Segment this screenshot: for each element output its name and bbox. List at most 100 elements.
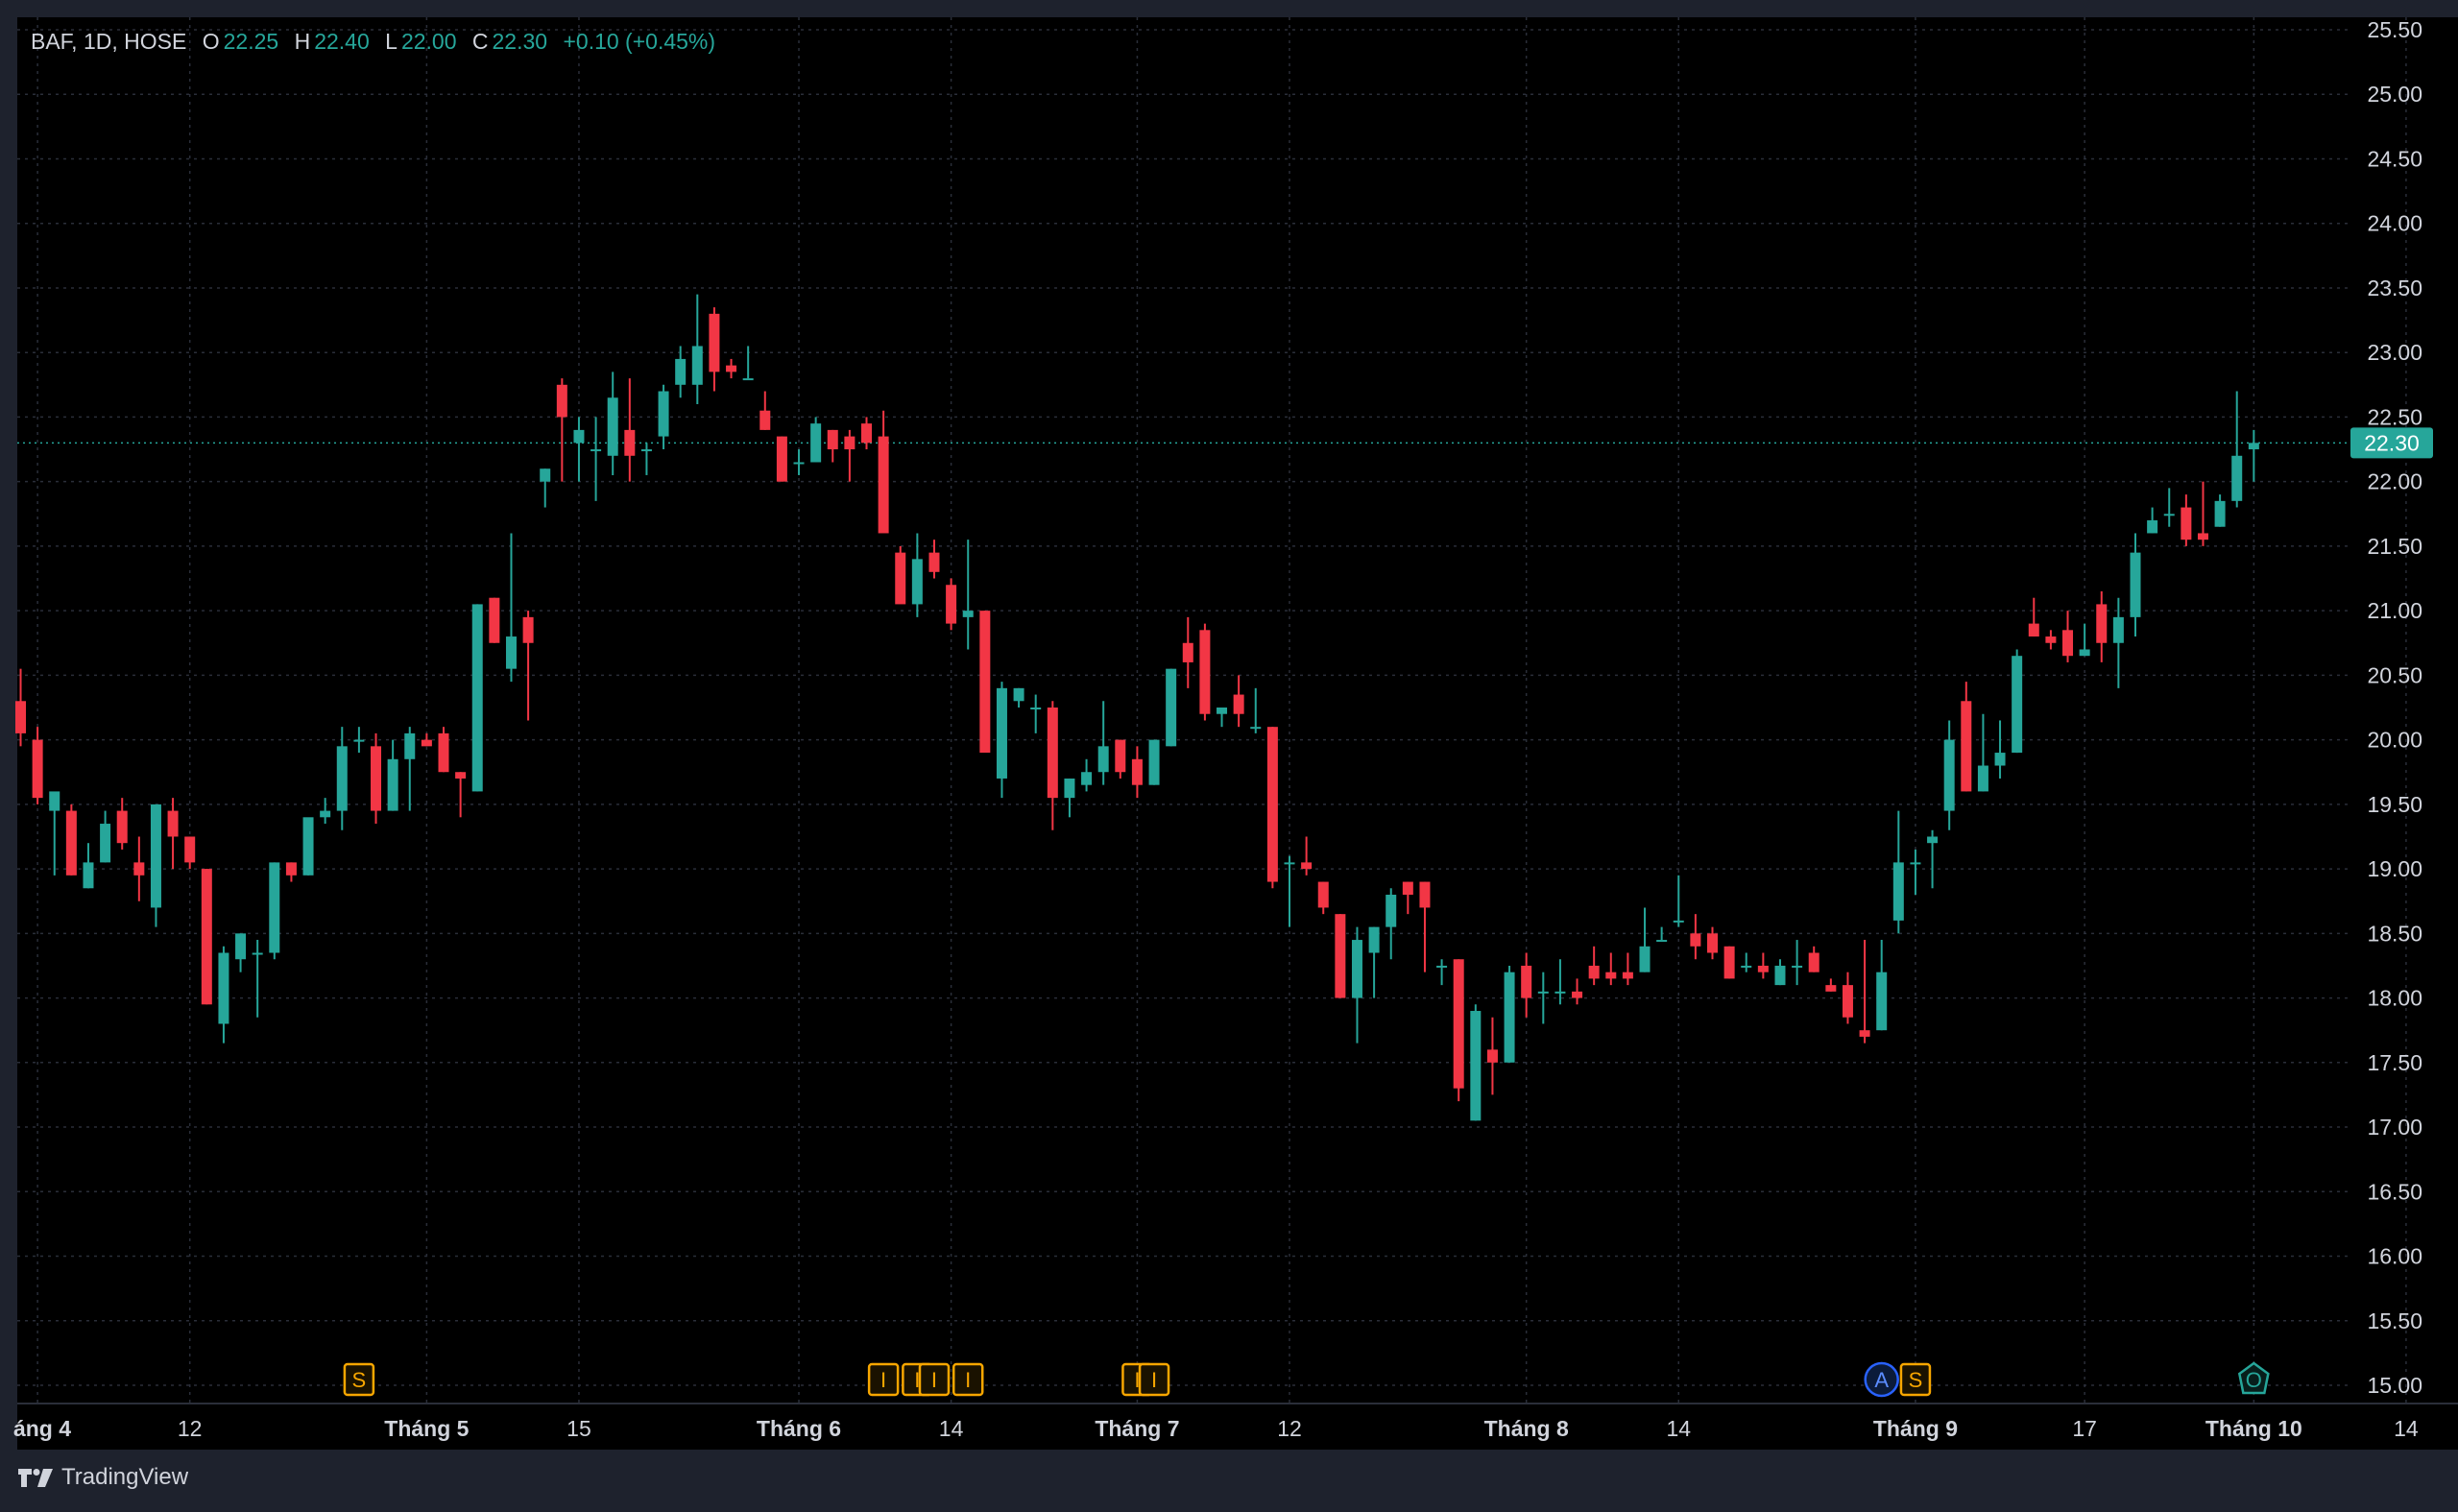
- candle[interactable]: [1419, 881, 1431, 972]
- candle[interactable]: [1386, 888, 1397, 960]
- candle[interactable]: [979, 611, 991, 754]
- candle[interactable]: [1148, 739, 1160, 785]
- candle[interactable]: [1774, 959, 1786, 986]
- candle[interactable]: [1622, 952, 1633, 986]
- candle[interactable]: [302, 817, 314, 876]
- candle[interactable]: [640, 443, 652, 475]
- candle[interactable]: [742, 346, 754, 381]
- candle[interactable]: [1217, 708, 1228, 728]
- candle[interactable]: [827, 429, 838, 463]
- candle[interactable]: [2197, 481, 2208, 546]
- candle[interactable]: [1808, 946, 1819, 972]
- candle[interactable]: [1656, 926, 1668, 943]
- candle[interactable]: [269, 862, 280, 960]
- candle[interactable]: [387, 739, 398, 811]
- candle[interactable]: [455, 772, 467, 818]
- candle[interactable]: [844, 429, 855, 482]
- candle[interactable]: [1317, 881, 1329, 915]
- candle[interactable]: [1842, 972, 1853, 1024]
- candle[interactable]: [1876, 940, 1888, 1031]
- candle[interactable]: [2012, 649, 2023, 754]
- candle[interactable]: [1910, 849, 1921, 895]
- candle[interactable]: [116, 798, 128, 850]
- candle[interactable]: [709, 307, 720, 392]
- candle[interactable]: [2214, 494, 2226, 527]
- candle[interactable]: [2062, 611, 2074, 662]
- candle[interactable]: [421, 732, 432, 747]
- candle[interactable]: [607, 372, 618, 475]
- candle[interactable]: [1453, 959, 1464, 1102]
- candle[interactable]: [946, 578, 957, 631]
- candle[interactable]: [1402, 881, 1413, 915]
- candle[interactable]: [371, 732, 382, 825]
- candle[interactable]: [1690, 914, 1701, 960]
- candle[interactable]: [353, 727, 365, 754]
- candle[interactable]: [1030, 694, 1042, 733]
- candle[interactable]: [1741, 952, 1752, 972]
- candle[interactable]: [1943, 720, 1955, 830]
- symbol-info[interactable]: BAF, 1D, HOSE: [31, 29, 186, 54]
- event-marker-ipo-event[interactable]: I: [952, 1362, 984, 1397]
- candle[interactable]: [1250, 687, 1262, 733]
- candle[interactable]: [252, 940, 263, 1018]
- candle[interactable]: [1859, 940, 1870, 1044]
- candle[interactable]: [1977, 713, 1988, 792]
- candle[interactable]: [100, 810, 111, 863]
- candle[interactable]: [895, 545, 906, 605]
- candle[interactable]: [1064, 778, 1075, 818]
- candle[interactable]: [1368, 926, 1380, 998]
- event-marker-dividend[interactable]: A: [1864, 1361, 1899, 1398]
- candle[interactable]: [1707, 926, 1718, 960]
- candle[interactable]: [404, 727, 416, 811]
- candle[interactable]: [1182, 616, 1193, 688]
- candle[interactable]: [2231, 391, 2243, 508]
- candle[interactable]: [1588, 946, 1600, 986]
- candle[interactable]: [1572, 978, 1583, 1005]
- candle[interactable]: [201, 869, 212, 1005]
- candle[interactable]: [49, 791, 60, 876]
- event-marker-ipo-event[interactable]: I: [1138, 1362, 1170, 1397]
- candle[interactable]: [793, 449, 805, 475]
- candle[interactable]: [1081, 758, 1093, 792]
- candle[interactable]: [1284, 855, 1295, 927]
- candle[interactable]: [1335, 914, 1346, 998]
- candle[interactable]: [1521, 952, 1532, 1018]
- tradingview-brand[interactable]: TradingView: [17, 1464, 188, 1491]
- candle[interactable]: [1757, 952, 1769, 979]
- candle[interactable]: [996, 682, 1007, 799]
- candle[interactable]: [505, 533, 517, 683]
- candle[interactable]: [285, 862, 297, 882]
- candle[interactable]: [1115, 739, 1126, 779]
- candle[interactable]: [1961, 682, 1972, 792]
- candle[interactable]: [1047, 701, 1058, 830]
- candle[interactable]: [1673, 875, 1684, 927]
- candle[interactable]: [1131, 746, 1143, 799]
- candle[interactable]: [167, 798, 179, 870]
- candle[interactable]: [1927, 829, 1939, 889]
- candle[interactable]: [878, 410, 889, 534]
- candle[interactable]: [1994, 720, 2006, 779]
- candle[interactable]: [1470, 1004, 1482, 1121]
- candle[interactable]: [1199, 623, 1211, 721]
- candle[interactable]: [861, 417, 872, 450]
- candle[interactable]: [928, 540, 940, 579]
- candle[interactable]: [1013, 687, 1024, 708]
- candle[interactable]: [2147, 507, 2158, 534]
- candle[interactable]: [1166, 668, 1177, 747]
- candle[interactable]: [1605, 952, 1617, 986]
- candle[interactable]: [691, 294, 703, 404]
- candle[interactable]: [32, 727, 43, 804]
- candle[interactable]: [1892, 810, 1904, 934]
- candle[interactable]: [15, 668, 26, 747]
- candle[interactable]: [1436, 959, 1448, 986]
- event-marker-ipo-event[interactable]: I: [918, 1362, 951, 1397]
- candle[interactable]: [235, 933, 247, 972]
- candle[interactable]: [65, 804, 77, 876]
- candle[interactable]: [489, 597, 500, 643]
- candle[interactable]: [218, 946, 229, 1044]
- candle[interactable]: [438, 727, 449, 773]
- event-marker-earnings[interactable]: O: [2237, 1361, 2270, 1395]
- candle[interactable]: [810, 417, 822, 463]
- candle[interactable]: [675, 346, 687, 398]
- candle[interactable]: [556, 378, 567, 482]
